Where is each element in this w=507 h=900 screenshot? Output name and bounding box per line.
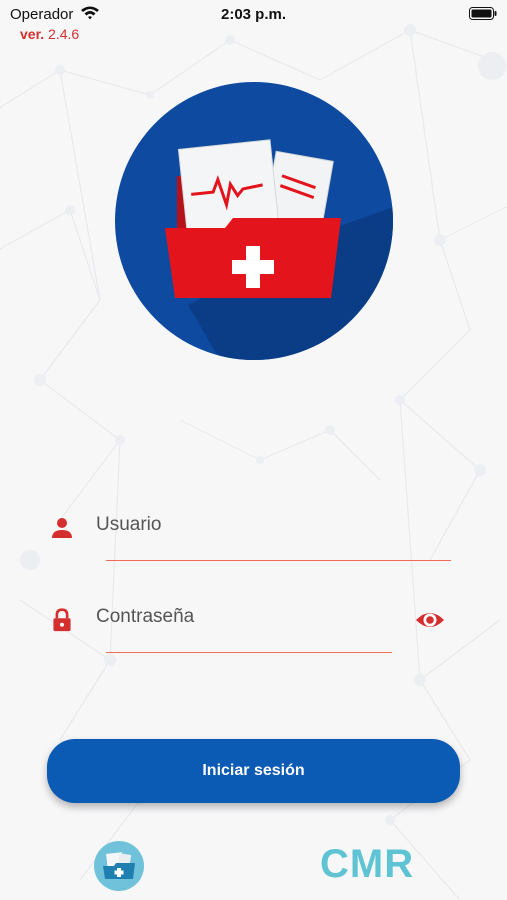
login-button[interactable]: Iniciar sesión [47, 739, 460, 803]
username-field[interactable]: Usuario [0, 500, 507, 561]
password-underline [106, 652, 392, 653]
username-underline [106, 560, 451, 561]
app-logo-icon [94, 841, 144, 891]
version-number: 2.4.6 [48, 26, 80, 42]
user-icon [52, 518, 72, 538]
version-prefix: ver. [20, 26, 45, 42]
medical-folder-icon [115, 82, 393, 360]
battery-icon [469, 7, 497, 20]
eye-icon[interactable] [414, 606, 446, 634]
password-placeholder[interactable]: Contraseña [96, 606, 194, 628]
lock-icon [53, 608, 71, 632]
password-field[interactable]: Contraseña [0, 592, 507, 653]
status-time: 2:03 p.m. [220, 6, 287, 23]
brand-logo: CMR [320, 842, 415, 886]
username-placeholder[interactable]: Usuario [96, 514, 161, 536]
app-version: ver. 2.4.6 [20, 26, 79, 42]
